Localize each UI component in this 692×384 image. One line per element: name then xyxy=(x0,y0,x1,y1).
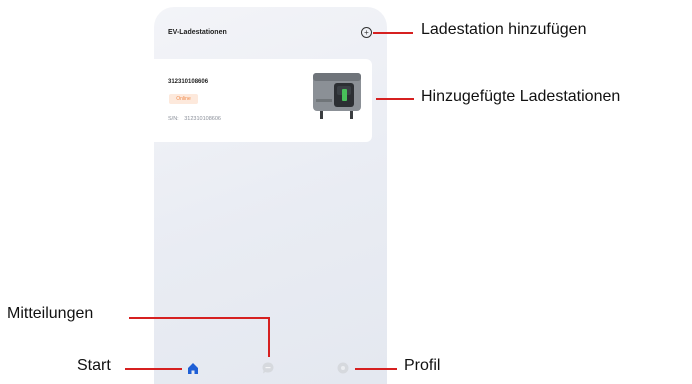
status-badge: Online xyxy=(169,94,198,104)
callout-added-stations: Hinzugefügte Ladestationen xyxy=(421,88,621,105)
added-stations-pointer xyxy=(376,98,414,100)
charger-device-icon xyxy=(313,73,361,119)
app-screen: EV-Ladestationen + 312310108606 Online S… xyxy=(154,7,387,384)
plus-circle-icon: + xyxy=(364,28,369,37)
messages-pointer-v xyxy=(268,317,270,357)
serial-number-row: S/N: 312310108606 xyxy=(168,116,221,122)
callout-add-station: Ladestation hinzufügen xyxy=(421,21,587,38)
callout-start: Start xyxy=(77,357,111,374)
serial-number-label: S/N: xyxy=(168,116,179,122)
callout-messages: Mitteilungen xyxy=(7,305,94,322)
add-station-button[interactable]: + xyxy=(361,27,372,38)
messages-pointer-h xyxy=(129,317,270,319)
station-card[interactable]: 312310108606 Online S/N: 312310108606 xyxy=(154,59,372,142)
bottom-tab-bar xyxy=(154,347,387,384)
serial-number-value: 312310108606 xyxy=(184,116,221,122)
profile-icon[interactable] xyxy=(336,361,350,375)
message-icon[interactable] xyxy=(261,361,275,375)
station-id: 312310108606 xyxy=(168,79,209,85)
page-title: EV-Ladestationen xyxy=(168,29,227,36)
add-station-pointer xyxy=(373,32,413,34)
start-pointer xyxy=(125,368,182,370)
callout-profile: Profil xyxy=(404,357,441,374)
home-icon[interactable] xyxy=(186,361,200,375)
profile-pointer xyxy=(355,368,397,370)
